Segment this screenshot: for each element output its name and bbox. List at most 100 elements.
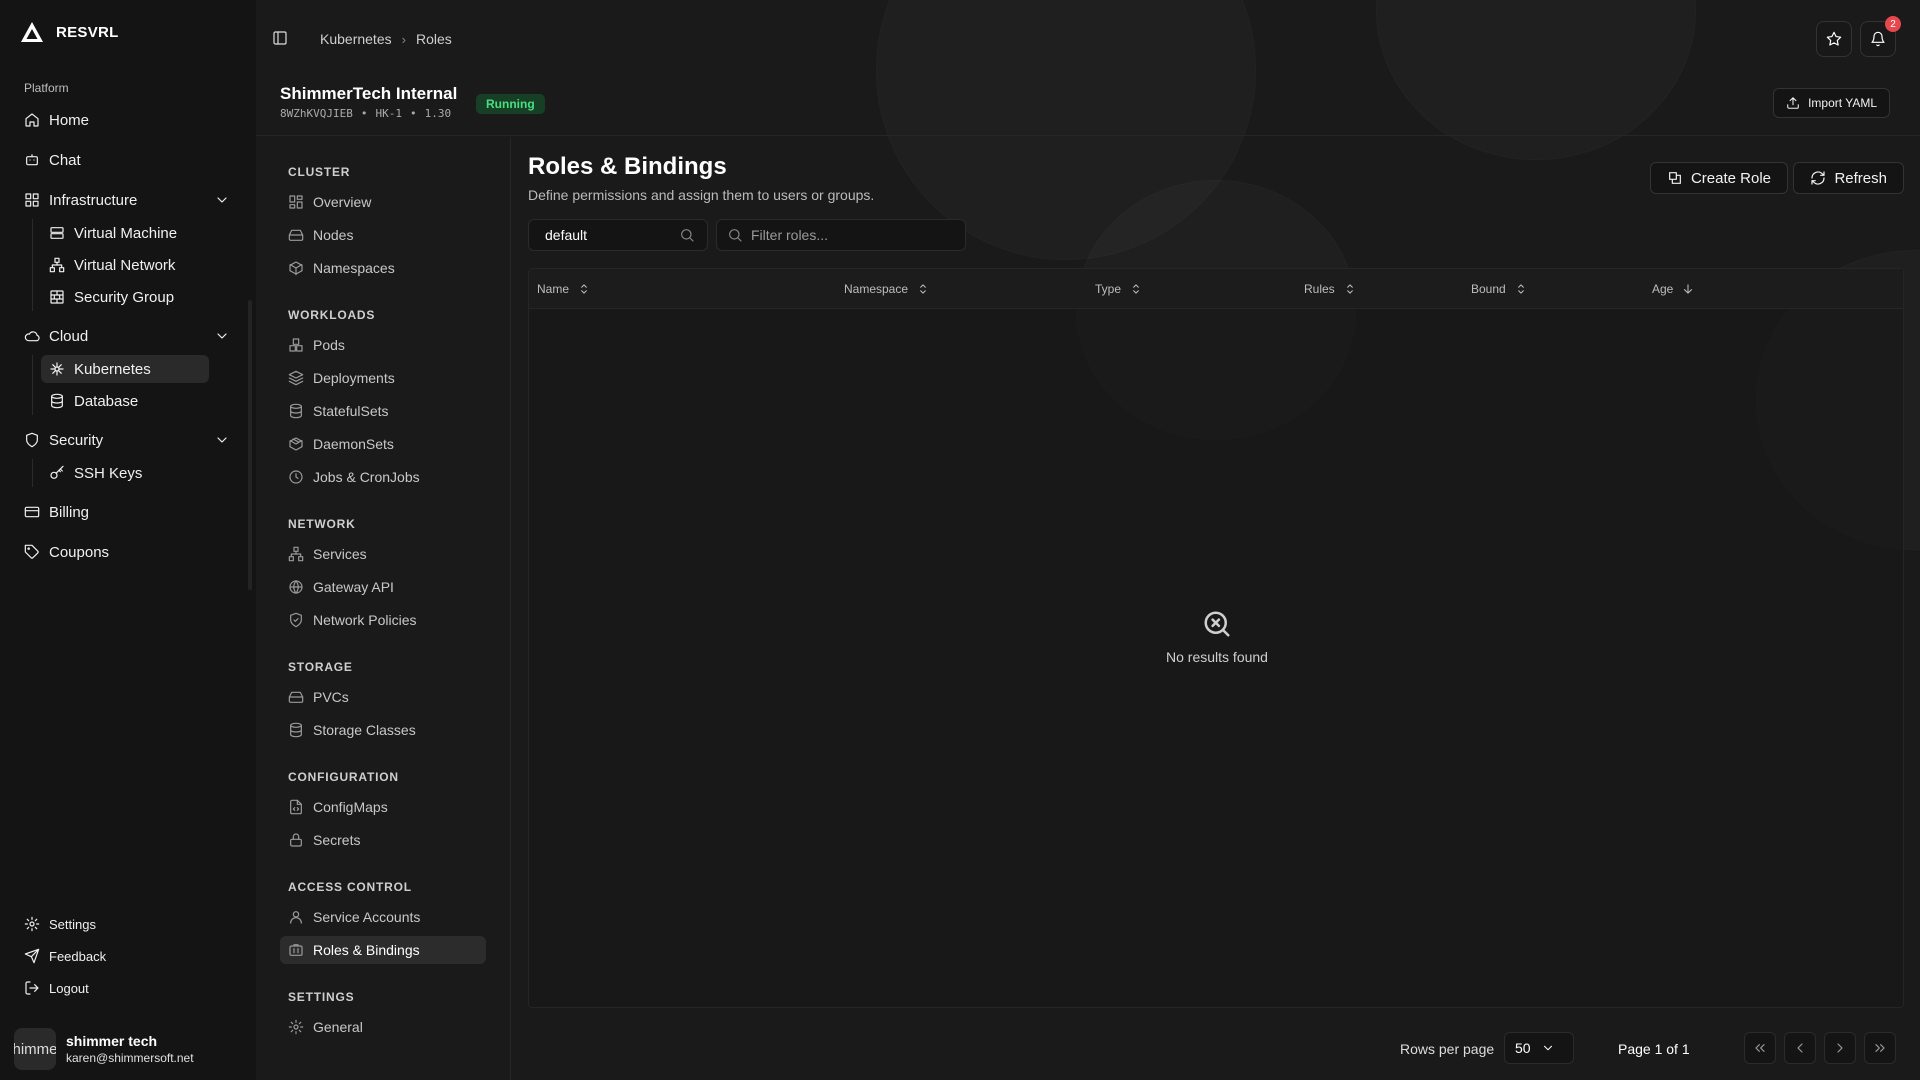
favorite-button[interactable] xyxy=(1816,21,1852,57)
subnav-item-jobs-cronjobs[interactable]: Jobs & CronJobs xyxy=(256,463,510,491)
main-panel: Kubernetes › Roles 2 ShimmerTech Interna… xyxy=(256,0,1920,1080)
column-label: Age xyxy=(1652,282,1674,296)
gear-icon xyxy=(24,916,40,932)
subnav-item-pvcs[interactable]: PVCs xyxy=(256,683,510,711)
subnav-item-label: Storage Classes xyxy=(313,722,416,738)
chevron-down-icon[interactable] xyxy=(214,192,230,208)
sidebar-item-logout[interactable]: Logout xyxy=(16,974,238,1002)
subnav-item-roles-bindings[interactable]: Roles & Bindings xyxy=(280,936,486,964)
subnav-item-label: Gateway API xyxy=(313,579,394,595)
sidebar-item-kubernetes[interactable]: Kubernetes xyxy=(41,355,209,383)
search-icon xyxy=(727,227,743,243)
sidebar-item-coupons[interactable]: Coupons xyxy=(16,537,238,567)
rows-per-page-label: Rows per page xyxy=(1400,1041,1495,1057)
boxes-icon xyxy=(288,337,304,353)
column-header-rules[interactable]: Rules xyxy=(1304,269,1357,309)
subnav-item-deployments[interactable]: Deployments xyxy=(256,364,510,392)
sidebar-item-billing[interactable]: Billing xyxy=(16,497,238,527)
sidebar-item-feedback[interactable]: Feedback xyxy=(16,942,238,970)
package-icon xyxy=(288,436,304,452)
sidebar-item-ssh-keys[interactable]: SSH Keys xyxy=(41,459,238,487)
sidebar-item-infrastructure[interactable]: Infrastructure xyxy=(16,185,238,215)
cluster-id: 8WZhKVQJIEB xyxy=(280,107,353,120)
sidebar-item-database[interactable]: Database xyxy=(41,387,238,415)
subnav-item-services[interactable]: Services xyxy=(256,540,510,568)
notifications-button[interactable]: 2 xyxy=(1860,16,1901,57)
subnav-item-label: StatefulSets xyxy=(313,403,389,419)
database-icon xyxy=(49,393,65,409)
sidebar-scrollbar[interactable] xyxy=(248,300,252,590)
database-icon xyxy=(288,722,304,738)
sidebar-item-settings[interactable]: Settings xyxy=(16,910,238,938)
previous-page-button[interactable] xyxy=(1784,1032,1816,1064)
column-header-age[interactable]: Age xyxy=(1652,269,1695,309)
subnav-item-namespaces[interactable]: Namespaces xyxy=(256,254,510,282)
subnav-section-workloads: WORKLOADS Pods Deployments StatefulSets … xyxy=(256,304,510,491)
sidebar-item-virtual-network[interactable]: Virtual Network xyxy=(41,251,238,279)
breadcrumb-kubernetes[interactable]: Kubernetes xyxy=(320,31,392,47)
credit-card-icon xyxy=(24,504,40,520)
subnav-item-network-policies[interactable]: Network Policies xyxy=(256,606,510,634)
column-header-bound[interactable]: Bound xyxy=(1471,269,1528,309)
column-label: Name xyxy=(537,282,570,296)
user-profile[interactable]: himme shimmer tech karen@shimmersoft.net xyxy=(14,1028,194,1070)
namespace-select[interactable]: default xyxy=(528,219,708,251)
chevron-down-icon[interactable] xyxy=(214,432,230,448)
search-x-icon xyxy=(529,609,1905,639)
subnav-item-storage-classes[interactable]: Storage Classes xyxy=(256,716,510,744)
sidebar-item-label: Settings xyxy=(49,916,96,932)
subnav-item-statefulsets[interactable]: StatefulSets xyxy=(256,397,510,425)
security-submenu: SSH Keys xyxy=(32,459,238,487)
subnav-item-secrets[interactable]: Secrets xyxy=(256,826,510,854)
sidebar-item-label: Kubernetes xyxy=(74,360,151,378)
lock-icon xyxy=(288,832,304,848)
infrastructure-submenu: Virtual Machine Virtual Network Security… xyxy=(32,219,238,311)
main-sidebar: RESVRL Platform Home Chat Infrastructure… xyxy=(0,0,256,1080)
subnav-item-pods[interactable]: Pods xyxy=(256,331,510,359)
subnav-item-gateway-api[interactable]: Gateway API xyxy=(256,573,510,601)
arrow-down-icon xyxy=(1681,282,1695,296)
sidebar-item-cloud[interactable]: Cloud xyxy=(16,321,238,351)
refresh-button[interactable]: Refresh xyxy=(1793,162,1904,194)
sidebar-item-label: Database xyxy=(74,392,139,410)
sidebar-item-virtual-machine[interactable]: Virtual Machine xyxy=(41,219,238,247)
create-role-button[interactable]: Create Role xyxy=(1649,162,1788,194)
sidebar-toggle-icon[interactable] xyxy=(272,30,288,46)
layers-icon xyxy=(288,370,304,386)
column-header-type[interactable]: Type xyxy=(1095,269,1143,309)
sidebar-item-chat[interactable]: Chat xyxy=(16,145,238,175)
subnav-item-nodes[interactable]: Nodes xyxy=(256,221,510,249)
send-icon xyxy=(24,948,40,964)
sidebar-item-home[interactable]: Home xyxy=(16,105,238,135)
column-header-namespace[interactable]: Namespace xyxy=(844,269,930,309)
brand[interactable]: RESVRL xyxy=(20,20,119,44)
hard-drive-icon xyxy=(288,227,304,243)
cluster-name: ShimmerTech Internal xyxy=(280,84,458,103)
filter-field[interactable] xyxy=(716,219,966,251)
import-yaml-label: Import YAML xyxy=(1808,96,1877,110)
sidebar-item-security[interactable]: Security xyxy=(16,425,238,455)
chat-icon xyxy=(24,152,40,168)
subnav-item-label: Deployments xyxy=(313,370,395,386)
chevron-down-icon xyxy=(1541,1041,1555,1055)
chevron-down-icon[interactable] xyxy=(214,328,230,344)
sidebar-item-security-group[interactable]: Security Group xyxy=(41,283,238,311)
import-yaml-button[interactable]: Import YAML xyxy=(1773,88,1890,118)
box-icon xyxy=(288,260,304,276)
first-page-button[interactable] xyxy=(1744,1032,1776,1064)
subnav-item-label: General xyxy=(313,1019,363,1035)
subnav-item-label: DaemonSets xyxy=(313,436,394,452)
rows-per-page-select[interactable]: 50 xyxy=(1504,1032,1574,1064)
subnav-item-overview[interactable]: Overview xyxy=(256,188,510,216)
subnav-item-general[interactable]: General xyxy=(256,1013,510,1041)
filter-roles-input[interactable] xyxy=(751,227,951,243)
subnav-item-service-accounts[interactable]: Service Accounts xyxy=(256,903,510,931)
subnav-item-configmaps[interactable]: ConfigMaps xyxy=(256,793,510,821)
key-icon xyxy=(49,465,65,481)
last-page-button[interactable] xyxy=(1864,1032,1896,1064)
column-header-name[interactable]: Name xyxy=(537,269,591,309)
next-page-button[interactable] xyxy=(1824,1032,1856,1064)
roles-content: Roles & Bindings Define permissions and … xyxy=(528,137,1904,1080)
sidebar-group-label: Platform xyxy=(24,81,69,95)
subnav-item-daemonsets[interactable]: DaemonSets xyxy=(256,430,510,458)
